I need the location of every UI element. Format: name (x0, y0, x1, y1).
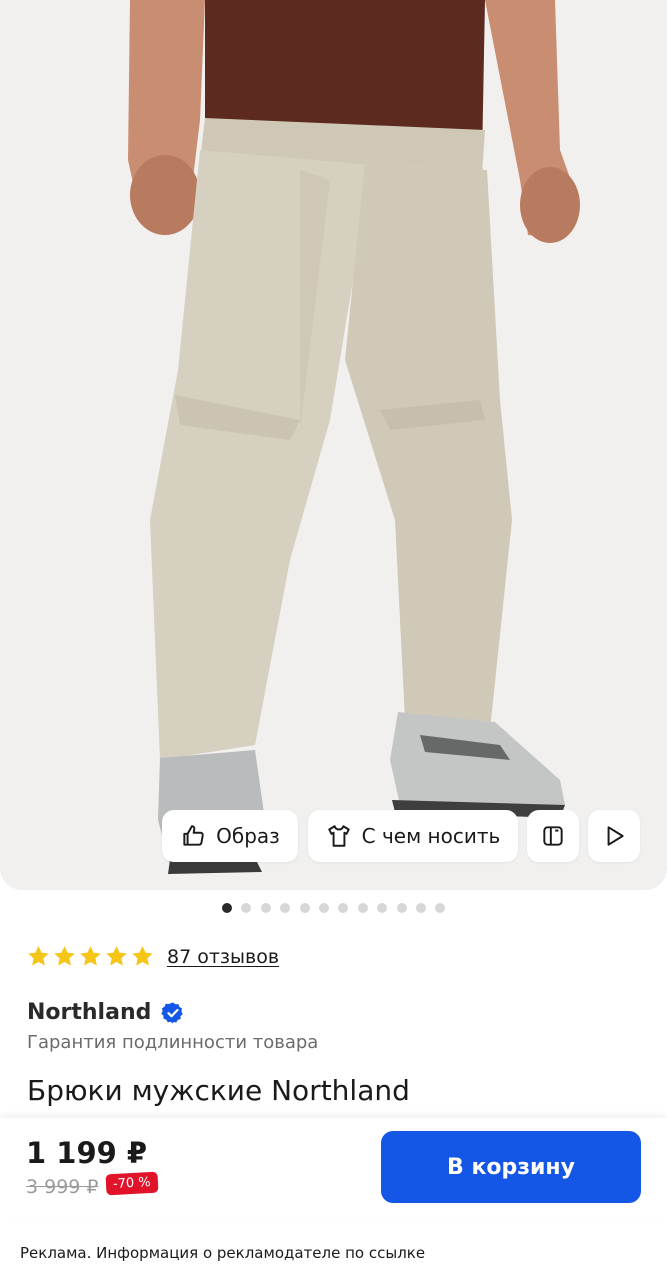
look-button[interactable]: Образ (162, 810, 298, 862)
pagination-dot[interactable] (416, 903, 426, 913)
buy-bar: 1 199 ₽ 3 999 ₽ -70 % В корзину (0, 1118, 667, 1218)
play-video-button[interactable] (588, 810, 640, 862)
pagination-dot-active[interactable] (222, 903, 232, 913)
star-icon (106, 946, 127, 966)
rating-row: 87 отзывов (26, 944, 279, 969)
authenticity-guarantee: Гарантия подлинности товара (27, 1032, 319, 1053)
pagination-dot[interactable] (377, 903, 388, 913)
brand-row[interactable]: Northland (27, 1000, 185, 1025)
brand-name[interactable]: Northland (27, 1000, 151, 1025)
thumbs-up-icon (183, 825, 204, 846)
verified-badge-icon (161, 1002, 184, 1023)
pagination-dot[interactable] (435, 903, 446, 913)
what-to-wear-button[interactable]: С чем носить (308, 810, 518, 862)
play-icon (607, 826, 624, 846)
ad-disclaimer[interactable]: Реклама. Информация о рекламодателе по с… (20, 1244, 425, 1262)
what-to-wear-label: С чем носить (361, 824, 501, 848)
pagination-dot[interactable] (280, 903, 291, 913)
product-image[interactable] (0, 0, 667, 890)
product-gallery[interactable]: Образ С чем носить (0, 0, 667, 890)
pagination-dot[interactable] (241, 903, 252, 913)
star-icon (54, 946, 75, 966)
current-price: 1 199 ₽ (26, 1136, 148, 1170)
product-title: Брюки мужские Northland (27, 1074, 410, 1107)
pagination-dot[interactable] (357, 903, 368, 913)
gallery-pagination (0, 903, 667, 915)
pagination-dot[interactable] (299, 903, 310, 913)
compare-button[interactable] (527, 810, 579, 862)
pagination-dot[interactable] (396, 903, 407, 913)
reviews-link[interactable]: 87 отзывов (167, 946, 279, 968)
look-button-label: Образ (216, 824, 280, 848)
pagination-dot[interactable] (338, 903, 349, 913)
tshirt-icon (327, 825, 350, 847)
star-icon (28, 946, 49, 966)
compare-icon (543, 826, 563, 846)
star-icon (132, 946, 153, 966)
discount-badge: -70 % (105, 1171, 159, 1196)
star-icon (80, 946, 101, 966)
pagination-dot[interactable] (319, 903, 329, 913)
old-price: 3 999 ₽ (26, 1176, 99, 1198)
star-rating (26, 944, 155, 969)
add-to-cart-button[interactable]: В корзину (381, 1131, 641, 1203)
pagination-dot[interactable] (260, 903, 271, 913)
